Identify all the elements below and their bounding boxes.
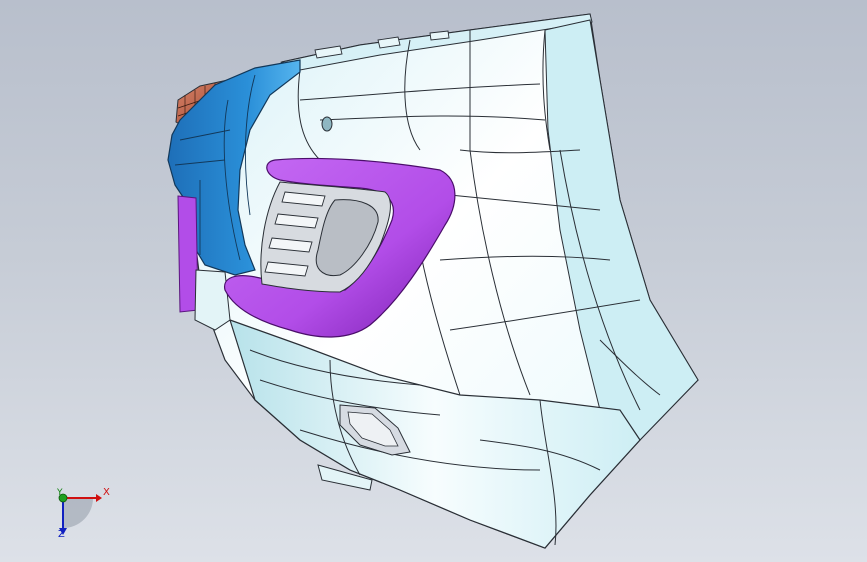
axis-y-label: Y bbox=[57, 488, 63, 498]
graphics-viewport[interactable]: X Y Z bbox=[0, 0, 867, 562]
bumper-model[interactable] bbox=[0, 0, 867, 562]
purple-side-tab bbox=[177, 195, 199, 313]
mounting-hole bbox=[321, 116, 333, 132]
lower-bracket bbox=[194, 269, 231, 331]
axis-x-label: X bbox=[103, 487, 110, 498]
axis-z-label: Z bbox=[58, 529, 65, 540]
